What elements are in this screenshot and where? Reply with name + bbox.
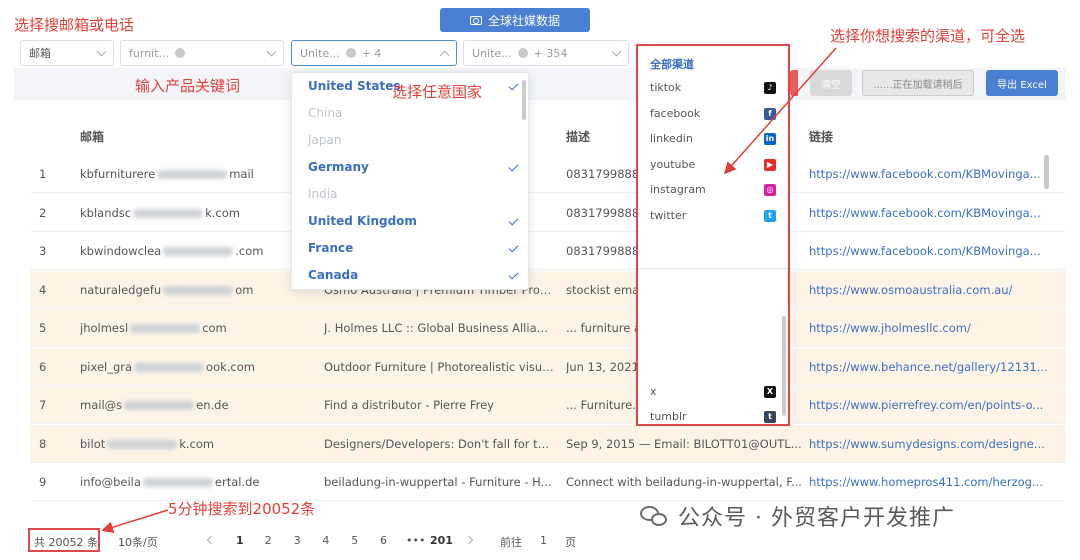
- pagination-goto-input[interactable]: 1: [540, 534, 547, 547]
- annotation-arrows: [101, 47, 837, 534]
- pagination-page-suffix: 页: [565, 536, 576, 549]
- arrow-to-channel: [724, 47, 837, 175]
- watermark-text: 公众号 · 外贸客户开发推广: [678, 506, 955, 531]
- pagination-ellipsis[interactable]: •••: [406, 534, 425, 547]
- pagination-page[interactable]: 3: [294, 534, 301, 547]
- pagination-page[interactable]: 5: [351, 534, 358, 547]
- watermark: 公众号 · 外贸客户开发推广: [640, 500, 955, 532]
- wechat-icon: [640, 504, 670, 528]
- pagination-goto-label: 前往: [500, 536, 522, 549]
- pagination-page[interactable]: 4: [322, 534, 329, 547]
- pagination-per-page[interactable]: 10条/页: [118, 534, 158, 550]
- pagination-total: 共 20052 条: [34, 536, 98, 549]
- pagination-page[interactable]: 2: [265, 534, 272, 547]
- pagination-page[interactable]: 1: [236, 534, 244, 547]
- pagination-page[interactable]: 6: [380, 534, 387, 547]
- arrow-to-total: [101, 509, 169, 534]
- pagination-last-page[interactable]: 201: [430, 534, 453, 547]
